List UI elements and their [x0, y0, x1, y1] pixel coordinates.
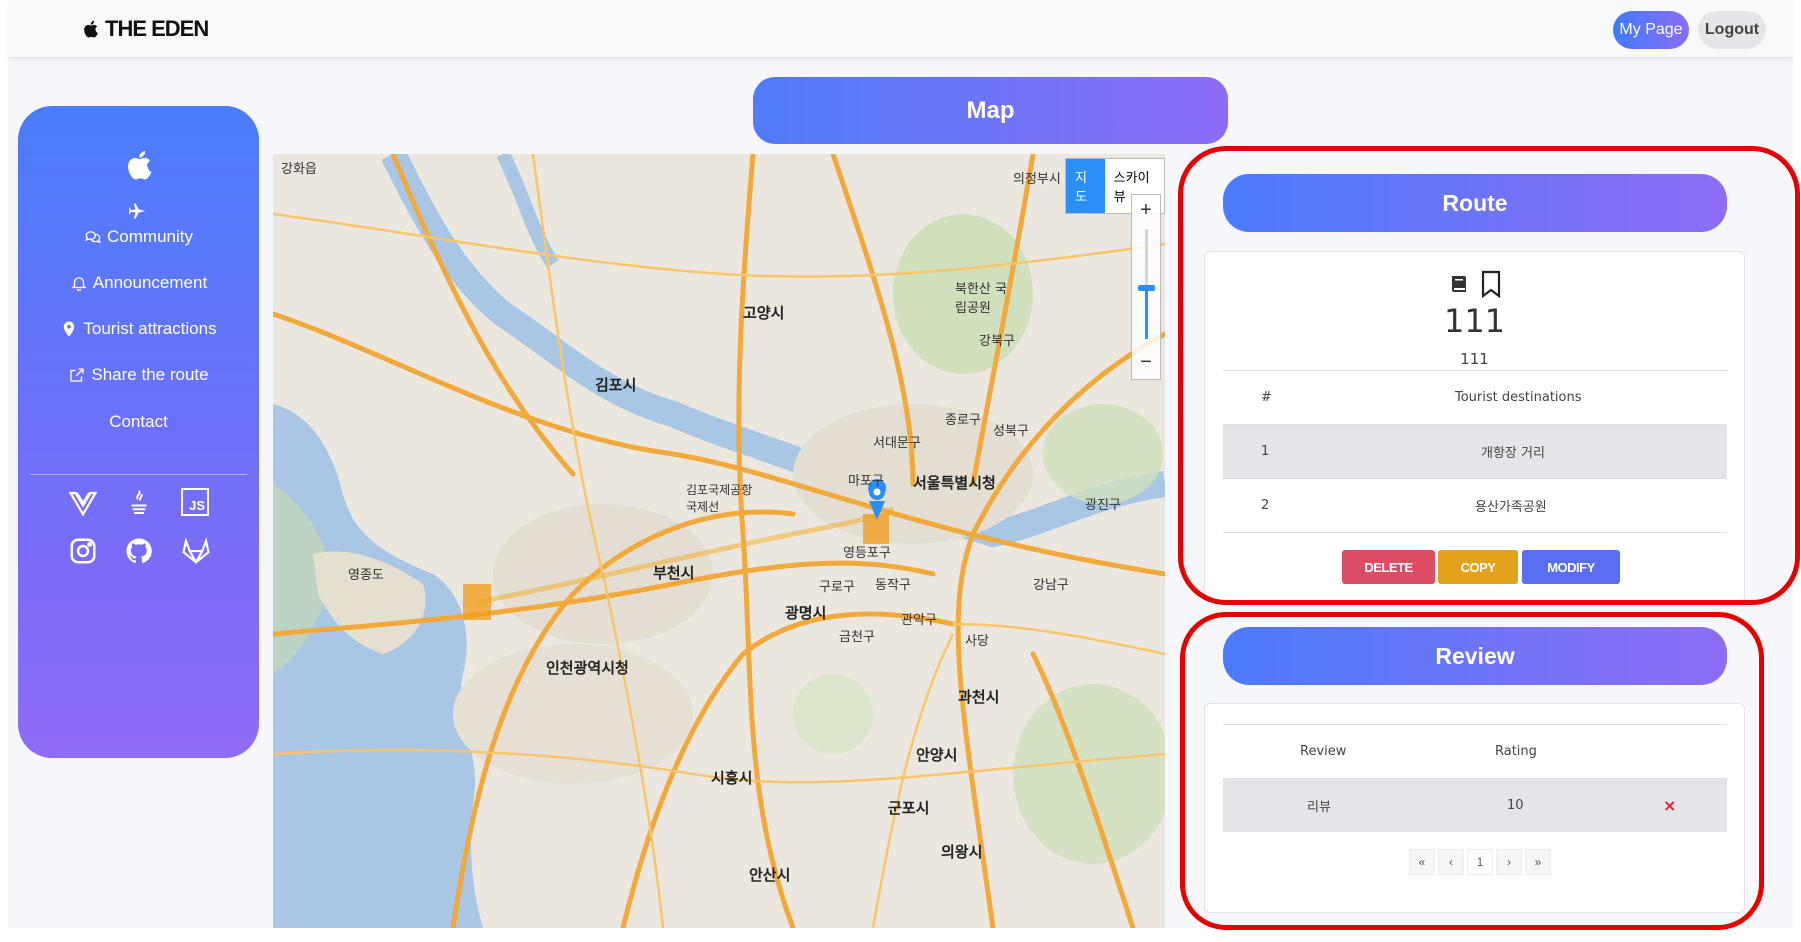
sidebar-item-contact[interactable]: Contact	[18, 412, 259, 432]
zoom-control: + −	[1131, 194, 1161, 380]
map-label-sadang: 사당	[965, 634, 989, 649]
map-tiles	[273, 154, 1165, 928]
map-label-geumcheon: 금천구	[839, 630, 875, 645]
gitlab-icon[interactable]	[181, 536, 211, 566]
top-navbar: THE EDEN My Page Logout	[8, 0, 1793, 58]
map-label-jongno: 종로구	[945, 413, 981, 428]
map-label-mapo: 마포구	[848, 474, 884, 489]
zoom-in-button[interactable]: +	[1132, 195, 1160, 225]
zoom-out-button[interactable]: −	[1132, 347, 1160, 377]
sidebar-item-label: Share the route	[91, 365, 209, 384]
map-label-uijeongbu: 의정부시	[1013, 172, 1061, 187]
map-label-seoul-cityhall: 서울특별시청	[913, 474, 996, 492]
map-label-gwangjin: 광진구	[1085, 498, 1121, 513]
map-label-bukhansan: 북한산 국립공원	[955, 282, 1007, 316]
vue-icon[interactable]	[68, 488, 98, 518]
map-label-bucheon: 부천시	[653, 564, 695, 582]
map-label-gwangmyeong: 광명시	[785, 604, 827, 622]
sidebar-item-announcement[interactable]: Announcement	[18, 273, 259, 293]
airplane-icon	[128, 203, 146, 219]
sidebar-item-label: Community	[107, 227, 193, 246]
chat-icon	[85, 231, 101, 244]
map-label-uiwang: 의왕시	[941, 843, 983, 861]
map-label-gangbuk: 강북구	[979, 334, 1015, 349]
map-label-dongjak: 동작구	[875, 578, 911, 593]
zoom-level-fill	[1145, 289, 1148, 339]
sidebar-item-tourist-attractions[interactable]: Tourist attractions	[18, 319, 259, 339]
java-icon[interactable]	[124, 488, 154, 518]
bell-icon	[71, 277, 87, 292]
map-label-seodaemun: 서대문구	[873, 436, 921, 451]
share-icon	[70, 368, 85, 382]
map-label-anyang: 안양시	[916, 746, 958, 764]
apple-logo-icon[interactable]	[123, 148, 153, 182]
map-view[interactable]: 서울특별시청 인천광역시청 김포시 고양시 부천시 광명시 과천시 안양시 시흥…	[273, 154, 1165, 928]
instagram-icon[interactable]	[68, 536, 98, 566]
map-section-title: Map	[753, 77, 1228, 144]
map-type-map-button[interactable]: 지도	[1066, 159, 1105, 213]
map-label-incheon-cityhall: 인천광역시청	[546, 659, 629, 677]
map-label-gunpo: 군포시	[888, 799, 930, 817]
map-label-gwanak: 관악구	[901, 613, 937, 628]
page: THE EDEN My Page Logout Community Announ…	[8, 0, 1800, 930]
my-page-button[interactable]: My Page	[1613, 11, 1689, 49]
map-label-yeongjongdo: 영종도	[348, 568, 384, 583]
route-highlight-outline	[1178, 146, 1800, 605]
apple-icon	[84, 20, 98, 38]
sidebar-item-community[interactable]: Community	[18, 227, 259, 247]
js-icon[interactable]: JS	[181, 488, 209, 516]
map-label-seongbuk: 성북구	[993, 424, 1029, 439]
sidebar-item-label: Announcement	[92, 273, 208, 292]
map-label-gimpo-airport: 김포국제공항 국제선	[686, 483, 753, 514]
brand-text: THE EDEN	[105, 16, 209, 41]
sidebar-divider	[30, 474, 247, 475]
pin-icon	[64, 321, 75, 337]
map-label-gangnam: 강남구	[1033, 578, 1069, 593]
map-label-goyang: 고양시	[743, 304, 785, 322]
github-icon[interactable]	[124, 536, 154, 566]
brand-logo[interactable]: THE EDEN	[81, 16, 209, 42]
zoom-slider-handle[interactable]	[1138, 285, 1155, 291]
map-label-gimpo: 김포시	[595, 376, 637, 394]
logout-button[interactable]: Logout	[1698, 11, 1766, 49]
sidebar-item-label: Tourist attractions	[83, 319, 217, 338]
js-icon-text: JS	[189, 498, 205, 513]
review-highlight-outline	[1180, 612, 1764, 930]
map-label-siheung: 시흥시	[711, 769, 753, 787]
map-label-gangwha: 강화읍	[281, 162, 317, 177]
map-label-guro: 구로구	[819, 580, 855, 595]
sidebar-item-share-route[interactable]: Share the route	[18, 365, 259, 385]
map-label-yeongdeungpo: 영등포구	[843, 546, 891, 561]
map-label-ansan: 안산시	[749, 866, 791, 884]
sidebar-item-label: Contact	[109, 412, 168, 431]
map-label-gwacheon: 과천시	[958, 688, 1000, 706]
sidebar: Community Announcement Tourist attractio…	[18, 106, 259, 758]
